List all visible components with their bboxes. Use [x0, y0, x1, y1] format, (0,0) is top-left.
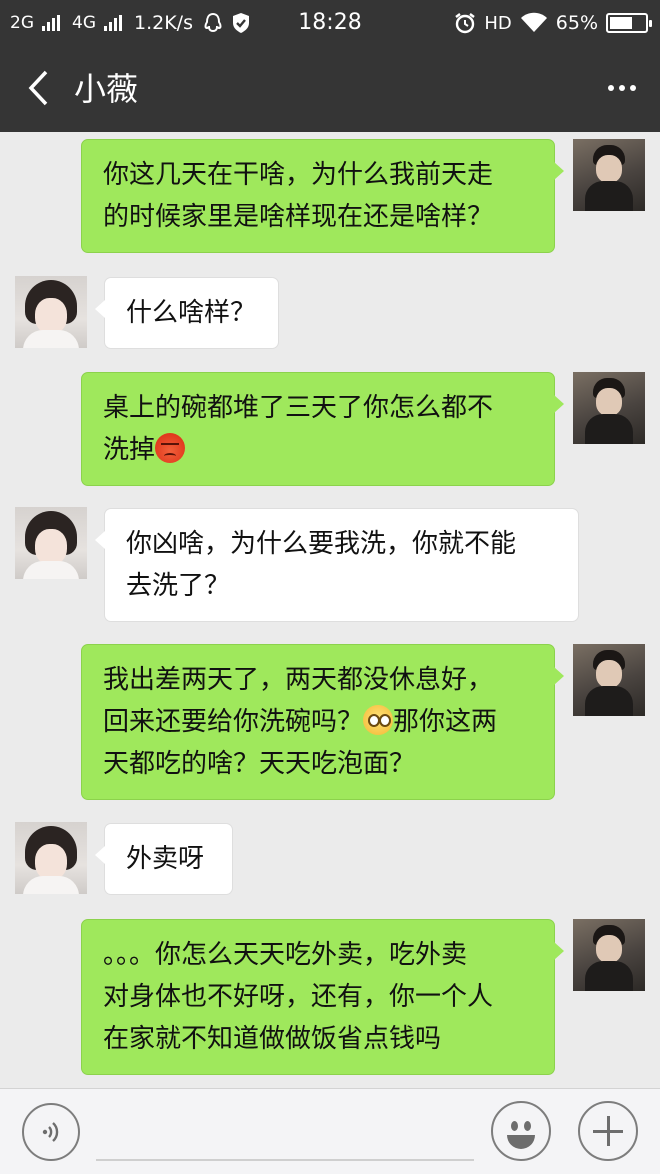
my-message-bubble[interactable]: 我出差两天了，两天都没休息好， 回来还要给你洗碗吗？ 那你这两 天都吃的啥？天天吃…: [81, 644, 564, 800]
contact-avatar[interactable]: [15, 276, 87, 348]
emoji-icon: [511, 1121, 518, 1131]
more-button[interactable]: [600, 68, 644, 108]
message-row: 什么啥样？: [0, 276, 660, 356]
my-avatar[interactable]: [573, 919, 645, 991]
message-line: 。。。你怎么天天吃外卖，吃外卖: [103, 940, 468, 970]
contact-message-bubble[interactable]: 你凶啥，为什么要我洗，你就不能 去洗了？: [95, 508, 579, 622]
message-line: 什么啥样？: [126, 298, 257, 328]
contact-avatar[interactable]: [15, 822, 87, 894]
my-message-bubble[interactable]: 。。。你怎么天天吃外卖，吃外卖 对身体也不好呀，还有，你一个人 在家就不知道做做…: [81, 919, 564, 1075]
my-avatar[interactable]: [573, 644, 645, 716]
battery-percent: 65%: [555, 12, 598, 34]
chat-list[interactable]: 你这几天在干啥，为什么我前天走 的时候家里是啥样现在还是啥样？ 什么啥样？ 桌上…: [0, 132, 660, 1088]
message-row: 你这几天在干啥，为什么我前天走 的时候家里是啥样现在还是啥样？: [0, 137, 660, 257]
message-line: 桌上的碗都堆了三天了你怎么都不: [103, 393, 494, 423]
message-line-with-emoji: 洗掉: [103, 429, 493, 471]
chevron-left-icon: [28, 70, 48, 106]
status-right: HD 65%: [454, 0, 652, 46]
message-line: 去洗了？: [126, 571, 231, 601]
input-bar: [0, 1088, 660, 1174]
message-row: 。。。你怎么天天吃外卖，吃外卖 对身体也不好呀，还有，你一个人 在家就不知道做做…: [0, 917, 660, 1077]
message-line: 在家就不知道做做饭省点钱吗: [103, 1024, 442, 1054]
wifi-icon: [520, 12, 547, 32]
my-avatar[interactable]: [573, 139, 645, 211]
contact-message-bubble[interactable]: 外卖呀: [95, 823, 233, 895]
status-bar: 2G 4G 1.2K/s 18:28 HD 65%: [0, 0, 660, 46]
pleading-face-emoji-icon: [363, 705, 394, 735]
message-input[interactable]: [96, 1159, 474, 1161]
alarm-clock-icon: [455, 13, 476, 34]
message-row: 我出差两天了，两天都没休息好， 回来还要给你洗碗吗？ 那你这两 天都吃的啥？天天吃…: [0, 642, 660, 802]
voice-button[interactable]: [22, 1103, 80, 1161]
hd-label: HD: [484, 12, 512, 34]
more-dots-icon: [608, 85, 614, 91]
message-line: 你这几天在干啥，为什么我前天走: [103, 160, 494, 190]
back-button[interactable]: [18, 66, 58, 110]
my-message-bubble[interactable]: 桌上的碗都堆了三天了你怎么都不 洗掉: [81, 372, 564, 486]
message-line: 的时候家里是啥样现在还是啥样？: [103, 202, 494, 232]
message-line: 我出差两天了，两天都没休息好，: [103, 665, 494, 695]
emoji-button[interactable]: [491, 1101, 551, 1161]
my-avatar[interactable]: [573, 372, 645, 444]
top-bar: 2G 4G 1.2K/s 18:28 HD 65% 小薇: [0, 0, 660, 132]
angry-face-emoji-icon: [155, 433, 186, 463]
voice-icon: [42, 1122, 59, 1142]
message-row: 外卖呀: [0, 822, 660, 902]
chat-title: 小薇: [74, 70, 139, 108]
message-line-with-emoji: 回来还要给你洗碗吗？ 那你这两: [103, 705, 498, 737]
battery-icon: [606, 13, 652, 33]
my-message-bubble[interactable]: 你这几天在干啥，为什么我前天走 的时候家里是啥样现在还是啥样？: [81, 139, 564, 253]
message-row: 桌上的碗都堆了三天了你怎么都不 洗掉: [0, 370, 660, 488]
contact-avatar[interactable]: [15, 507, 87, 579]
contact-message-bubble[interactable]: 什么啥样？: [95, 277, 279, 349]
plus-button[interactable]: [578, 1101, 638, 1161]
message-line: 外卖呀: [126, 844, 205, 874]
message-row: 你凶啥，为什么要我洗，你就不能 去洗了？: [0, 507, 660, 625]
message-line: 对身体也不好呀，还有，你一个人: [103, 982, 494, 1012]
message-line: 你凶啥，为什么要我洗，你就不能: [126, 529, 517, 559]
message-line: 天都吃的啥？天天吃泡面？: [103, 749, 416, 779]
nav-bar: 小薇: [0, 46, 660, 132]
